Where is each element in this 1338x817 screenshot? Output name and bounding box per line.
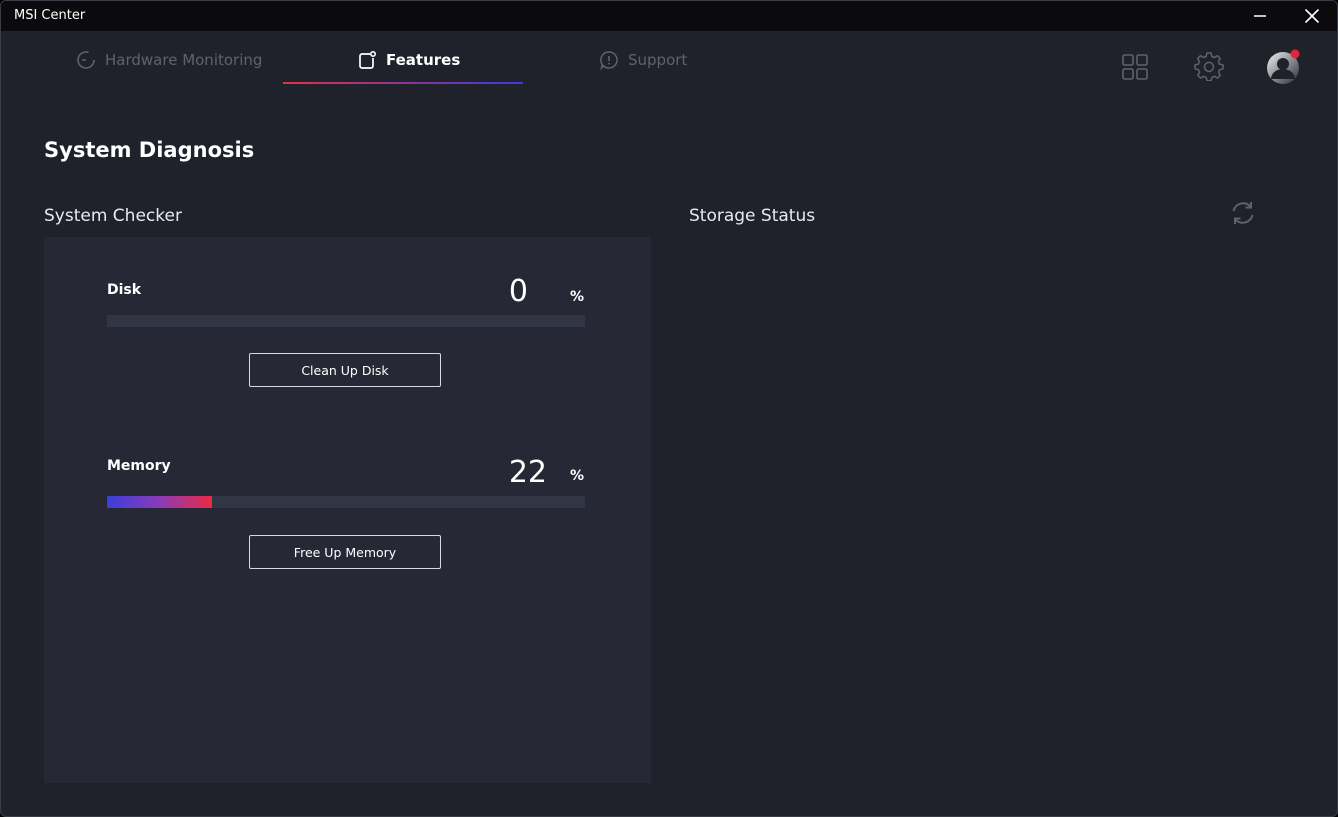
settings-gear-icon: [1194, 52, 1224, 81]
user-account-button[interactable]: [1265, 48, 1303, 86]
active-tab-indicator: [283, 82, 523, 84]
disk-usage-unit: %: [570, 289, 585, 305]
memory-usage-value: 22: [508, 455, 547, 490]
disk-label: Disk: [107, 282, 142, 298]
close-icon: [1304, 8, 1320, 24]
support-chat-icon: [600, 51, 618, 70]
memory-usage-bar-fill: [107, 496, 213, 508]
refresh-button[interactable]: [1229, 199, 1257, 227]
page-title: System Diagnosis: [44, 138, 255, 162]
tab-label: Support: [628, 51, 688, 69]
storage-status-title: Storage Status: [689, 206, 816, 226]
tab-hardware-monitoring[interactable]: Hardware Monitoring: [76, 47, 262, 73]
memory-usage-bar: [107, 496, 585, 508]
user-avatar-icon: [1267, 49, 1300, 84]
msi-center-window: MSI Center Hardware Monitoring Features: [0, 0, 1338, 817]
tab-features[interactable]: Features: [357, 47, 460, 73]
gauge-icon: [77, 51, 95, 69]
features-icon: [359, 50, 377, 69]
free-up-memory-button[interactable]: Free Up Memory: [249, 535, 441, 569]
minimize-icon: [1254, 15, 1266, 17]
refresh-icon: [1232, 202, 1254, 224]
clean-up-disk-button[interactable]: Clean Up Disk: [249, 353, 441, 387]
memory-label: Memory: [107, 458, 171, 474]
settings-button[interactable]: [1193, 50, 1225, 82]
window-title: MSI Center: [14, 8, 86, 23]
tab-label: Features: [386, 51, 461, 69]
tab-label: Hardware Monitoring: [105, 51, 263, 69]
system-checker-panel: Disk 0 % Clean Up Disk Memory 22 % Free …: [44, 237, 651, 783]
disk-usage-bar: [107, 315, 585, 327]
title-bar: MSI Center: [1, 1, 1337, 31]
disk-usage-value: 0: [508, 274, 528, 309]
close-button[interactable]: [1289, 1, 1335, 31]
memory-usage-unit: %: [570, 468, 585, 484]
system-checker-title: System Checker: [44, 206, 182, 226]
minimize-button[interactable]: [1237, 1, 1283, 31]
notification-dot: [1290, 49, 1300, 59]
apps-grid-icon: [1122, 54, 1148, 80]
apps-button[interactable]: [1119, 51, 1151, 83]
tab-support[interactable]: Support: [599, 47, 687, 73]
